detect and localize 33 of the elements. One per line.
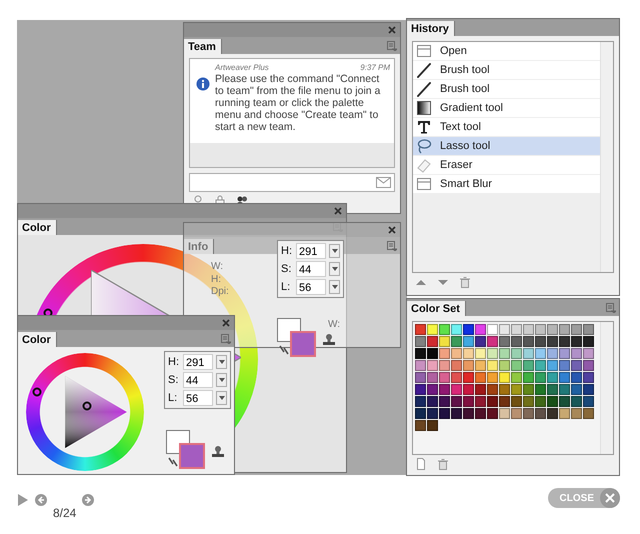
field-label: S: (168, 374, 180, 386)
history-item[interactable]: Gradient tool (413, 99, 600, 118)
panel-tab[interactable]: Color Set (407, 301, 466, 316)
history-item[interactable]: Lasso tool (413, 137, 600, 156)
number-field[interactable]: 44 (296, 261, 326, 277)
number-field[interactable]: 291 (296, 243, 326, 259)
field-label: L: (168, 392, 178, 404)
history-item[interactable]: Brush tool (413, 61, 600, 80)
panel-tab[interactable]: History (407, 21, 455, 36)
info-label: H: (211, 274, 221, 285)
history-item[interactable]: Smart Blur (413, 175, 600, 194)
panel-tab[interactable]: Team (184, 39, 222, 54)
field-label: H: (281, 245, 293, 257)
info-label: W: (328, 319, 340, 330)
number-field[interactable]: 291 (183, 354, 213, 370)
history-item[interactable]: Brush tool (413, 80, 600, 99)
number-field[interactable]: 44 (183, 372, 213, 388)
panel-tab[interactable]: Color (18, 332, 57, 347)
info-label: Dpi: (211, 286, 229, 297)
history-item[interactable]: Text tool (413, 118, 600, 137)
message-text: Please use the command "Connect to team" from the file menu to join a running team or click the palette menu and choose "Create team" to start a new team. (215, 73, 382, 133)
field-label: H: (168, 356, 180, 368)
field-label: S: (281, 263, 292, 275)
number-field[interactable]: 56 (296, 279, 326, 295)
field-label: L: (281, 281, 292, 293)
slide-counter: 8/24 (53, 506, 76, 520)
sender-name: Artweaver Plus (215, 63, 269, 72)
history-item[interactable]: Open (413, 42, 600, 61)
message-time: 9:37 PM (360, 63, 390, 72)
number-field[interactable]: 56 (183, 390, 213, 406)
history-item[interactable]: Eraser (413, 156, 600, 175)
info-label: W: (211, 261, 224, 272)
panel-tab[interactable]: Color (18, 220, 57, 235)
